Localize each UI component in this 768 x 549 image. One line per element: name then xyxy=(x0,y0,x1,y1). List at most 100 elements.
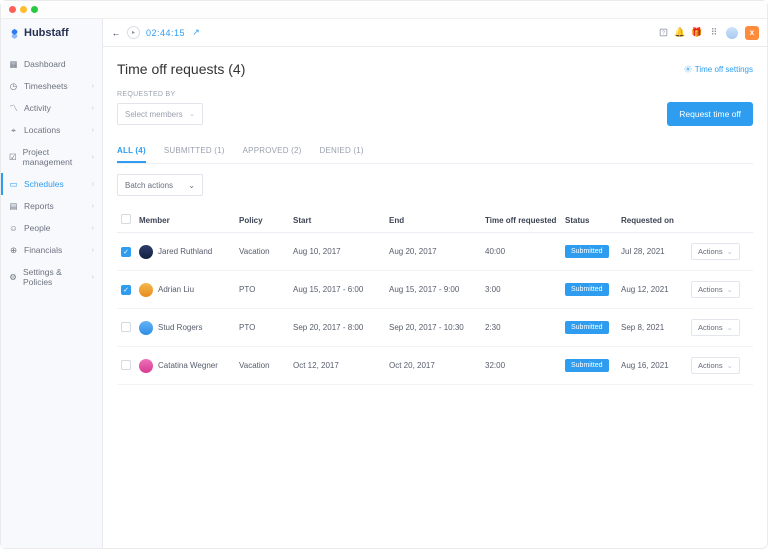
policy-cell: PTO xyxy=(235,271,289,309)
member-avatar xyxy=(139,245,153,259)
member-name: Catatina Wegner xyxy=(158,361,218,370)
sidebar-item-label: Reports xyxy=(24,201,54,211)
apps-icon[interactable]: ⠿ xyxy=(709,28,719,38)
requested-on-cell: Jul 28, 2021 xyxy=(617,233,687,271)
end-cell: Sep 20, 2017 - 10:30 xyxy=(385,309,481,347)
report-icon: ▤ xyxy=(9,202,18,211)
row-actions-button[interactable]: Actions ⌄ xyxy=(691,281,740,298)
tab-all-[interactable]: ALL (4) xyxy=(117,146,146,163)
start-cell: Aug 10, 2017 xyxy=(289,233,385,271)
timer-value: 02:44:15 xyxy=(146,28,185,38)
start-cell: Aug 15, 2017 - 6:00 xyxy=(289,271,385,309)
window-chrome xyxy=(1,1,767,19)
member-avatar xyxy=(139,359,153,373)
row-actions-button[interactable]: Actions ⌄ xyxy=(691,319,740,336)
bell-icon[interactable]: 🔔 xyxy=(675,28,685,38)
chevron-right-icon: › xyxy=(92,154,94,161)
tab-submitted-[interactable]: SUBMITTED (1) xyxy=(164,146,225,163)
chevron-right-icon: › xyxy=(92,181,94,188)
member-name: Jared Ruthland xyxy=(158,247,212,256)
column-header: Member xyxy=(135,208,235,233)
member-avatar xyxy=(139,321,153,335)
expand-icon[interactable]: ↗ xyxy=(191,28,201,38)
sidebar: Hubstaff ▦ Dashboard ◷Timesheets› 〽 Activity… xyxy=(1,19,103,548)
hubstaff-logo-icon xyxy=(9,28,20,39)
sidebar-item-activity[interactable]: 〽Activity› xyxy=(1,97,102,119)
sidebar-item-timesheets[interactable]: ◷Timesheets› xyxy=(1,75,102,97)
clock-icon: ◷ xyxy=(9,82,18,91)
batch-actions-label: Batch actions xyxy=(125,181,173,190)
gear-icon xyxy=(684,65,692,73)
sidebar-item-dashboard[interactable]: ▦ Dashboard xyxy=(1,53,102,75)
grid-icon: ▦ xyxy=(9,60,18,69)
end-cell: Aug 20, 2017 xyxy=(385,233,481,271)
requested-cell: 32:00 xyxy=(481,347,561,385)
sidebar-item-people[interactable]: ☺People› xyxy=(1,217,102,239)
request-time-off-button[interactable]: Request time off xyxy=(667,102,753,126)
back-icon[interactable]: ← xyxy=(111,28,121,38)
minimize-dot[interactable] xyxy=(20,6,27,13)
sidebar-item-label: Activity xyxy=(24,103,51,113)
row-checkbox[interactable]: ✓ xyxy=(121,247,131,257)
end-cell: Aug 15, 2017 - 9:00 xyxy=(385,271,481,309)
sliders-icon: ⚙ xyxy=(9,273,17,282)
tab-denied-[interactable]: DENIED (1) xyxy=(320,146,364,163)
chevron-down-icon: ⌄ xyxy=(727,285,733,294)
column-header: Policy xyxy=(235,208,289,233)
chevron-down-icon: ⌄ xyxy=(188,181,195,190)
dollar-icon: ⊕ xyxy=(9,246,18,255)
chevron-down-icon: ⌄ xyxy=(727,247,733,256)
member-name: Adrian Liu xyxy=(158,285,194,294)
sidebar-item-reports[interactable]: ▤Reports› xyxy=(1,195,102,217)
row-actions-button[interactable]: Actions ⌄ xyxy=(691,357,740,374)
sidebar-item-label: Locations xyxy=(24,125,60,135)
sidebar-item-financials[interactable]: ⊕Financials› xyxy=(1,239,102,261)
sidebar-item-locations[interactable]: ⌖Locations› xyxy=(1,119,102,141)
sidebar-item-project-management[interactable]: ☑Project management› xyxy=(1,141,102,173)
activity-icon: 〽 xyxy=(9,104,18,113)
sidebar-item-label: Dashboard xyxy=(24,59,66,69)
sidebar-item-schedules[interactable]: ▭Schedules› xyxy=(1,173,102,195)
time-off-settings-link[interactable]: Time off settings xyxy=(684,65,753,74)
chevron-right-icon: › xyxy=(92,247,94,254)
members-select-placeholder: Select members xyxy=(125,110,183,119)
row-checkbox[interactable]: ✓ xyxy=(121,285,131,295)
start-cell: Sep 20, 2017 - 8:00 xyxy=(289,309,385,347)
row-checkbox[interactable] xyxy=(121,360,131,370)
sidebar-item-label: Schedules xyxy=(24,179,64,189)
sidebar-item-label: Settings & Policies xyxy=(23,267,86,287)
chevron-down-icon: ⌄ xyxy=(727,361,733,370)
requested-on-cell: Sep 8, 2021 xyxy=(617,309,687,347)
gift-icon[interactable]: 🎁 xyxy=(692,28,702,38)
chevron-down-icon: ⌄ xyxy=(727,323,733,332)
table-row: Catatina WegnerVacationOct 12, 2017Oct 2… xyxy=(117,347,753,385)
sidebar-item-settings-policies[interactable]: ⚙Settings & Policies› xyxy=(1,261,102,293)
column-header xyxy=(687,208,753,233)
org-switcher[interactable]: x xyxy=(745,26,759,40)
people-icon: ☺ xyxy=(9,224,18,233)
requested-cell: 40:00 xyxy=(481,233,561,271)
row-actions-button[interactable]: Actions ⌄ xyxy=(691,243,740,260)
close-dot[interactable] xyxy=(9,6,16,13)
row-checkbox[interactable] xyxy=(121,322,131,332)
batch-actions-select[interactable]: Batch actions ⌄ xyxy=(117,174,203,196)
page-title: Time off requests (4) xyxy=(117,61,245,77)
chevron-down-icon: ⌄ xyxy=(189,110,195,118)
zoom-dot[interactable] xyxy=(31,6,38,13)
select-all-checkbox[interactable] xyxy=(121,214,131,224)
end-cell: Oct 20, 2017 xyxy=(385,347,481,385)
help-icon[interactable]: ? xyxy=(658,28,668,38)
policy-cell: Vacation xyxy=(235,347,289,385)
tab-approved-[interactable]: APPROVED (2) xyxy=(243,146,302,163)
members-select[interactable]: Select members ⌄ xyxy=(117,103,203,125)
timer-play-button[interactable]: ▸ xyxy=(127,26,140,39)
user-avatar[interactable] xyxy=(726,27,738,39)
status-badge: Submitted xyxy=(565,359,609,372)
requested-cell: 3:00 xyxy=(481,271,561,309)
policy-cell: PTO xyxy=(235,309,289,347)
requested-cell: 2:30 xyxy=(481,309,561,347)
table-row: ✓ Jared Ruthland VacationAug 10, 2017Aug 2… xyxy=(117,233,753,271)
policy-cell: Vacation xyxy=(235,233,289,271)
brand: Hubstaff xyxy=(1,19,102,53)
table-row: ✓ Adrian Liu PTOAug 15, 2017 - 6:00Aug 15,… xyxy=(117,271,753,309)
